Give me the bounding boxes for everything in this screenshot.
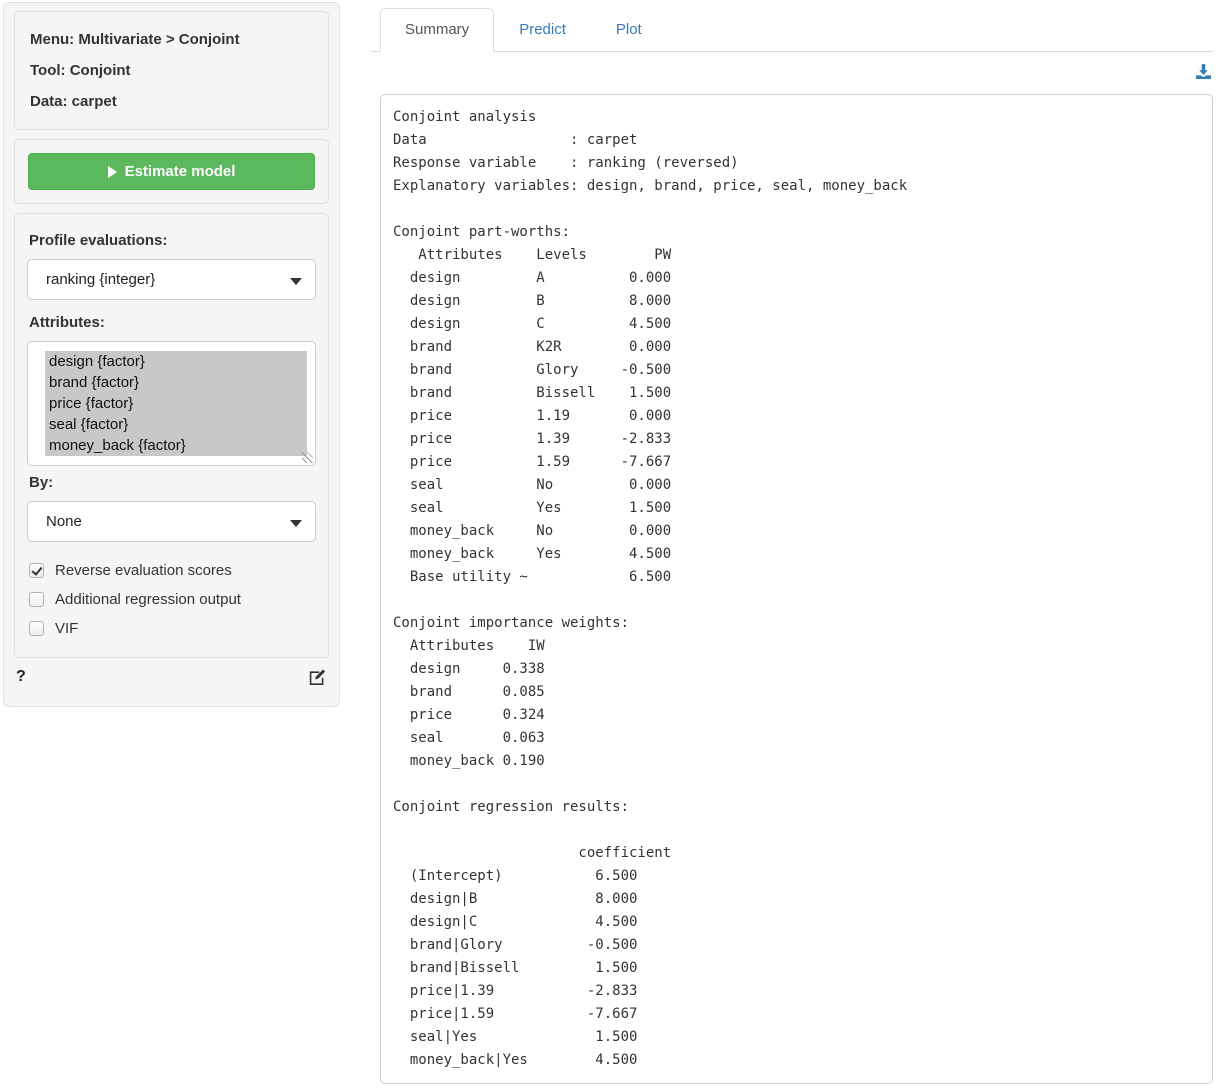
tool-label: Tool: Conjoint	[30, 55, 313, 86]
output-toolbar	[371, 52, 1213, 94]
checkbox-row[interactable]: Additional regression output	[27, 585, 316, 614]
menu-breadcrumb: Menu: Multivariate > Conjoint	[30, 24, 313, 55]
estimate-model-label: Estimate model	[125, 163, 236, 180]
tab-summary[interactable]: Summary	[380, 8, 494, 52]
profile-evaluations-select[interactable]: ranking {integer}	[27, 259, 316, 300]
checkbox-unchecked[interactable]	[29, 592, 44, 607]
attribute-option[interactable]: price {factor}	[45, 393, 307, 414]
controls-panel: Profile evaluations: ranking {integer} A…	[14, 213, 329, 658]
tab-predict[interactable]: Predict	[494, 8, 591, 52]
tab-bar: SummaryPredictPlot	[371, 0, 1213, 52]
profile-evaluations-value: ranking {integer}	[46, 271, 155, 288]
download-button[interactable]	[1195, 63, 1212, 80]
chevron-down-icon	[290, 278, 302, 285]
checkbox-label: Additional regression output	[55, 591, 241, 608]
checkbox-row[interactable]: Reverse evaluation scores	[27, 556, 316, 585]
estimate-panel: Estimate model	[14, 139, 329, 204]
summary-output: Conjoint analysis Data : carpet Response…	[380, 94, 1213, 1084]
tab-plot[interactable]: Plot	[591, 8, 667, 52]
download-icon	[1195, 63, 1212, 80]
app: Menu: Multivariate > Conjoint Tool: Conj…	[0, 0, 1219, 1089]
by-value: None	[46, 513, 82, 530]
help-button[interactable]: ?	[16, 668, 26, 686]
checkbox-unchecked[interactable]	[29, 621, 44, 636]
checkbox-label: VIF	[55, 620, 78, 637]
by-select[interactable]: None	[27, 501, 316, 542]
attribute-option[interactable]: brand {factor}	[45, 372, 307, 393]
estimate-model-button[interactable]: Estimate model	[28, 153, 315, 190]
attribute-option[interactable]: seal {factor}	[45, 414, 307, 435]
checkbox-checked[interactable]	[29, 563, 44, 578]
options-list: Reverse evaluation scores Additional regr…	[27, 556, 316, 643]
edit-icon	[308, 668, 327, 687]
by-label: By:	[29, 474, 314, 491]
attribute-option[interactable]: money_back {factor}	[45, 435, 307, 456]
checkbox-row[interactable]: VIF	[27, 614, 316, 643]
sidebar: Menu: Multivariate > Conjoint Tool: Conj…	[3, 2, 340, 707]
edit-report-button[interactable]	[308, 668, 327, 687]
main-panel: SummaryPredictPlot Conjoint analysis Dat…	[371, 0, 1213, 1084]
resize-handle[interactable]	[302, 452, 313, 463]
attributes-listbox[interactable]: design {factor}brand {factor}price {fact…	[27, 341, 316, 466]
profile-evaluations-label: Profile evaluations:	[29, 232, 314, 249]
attributes-label: Attributes:	[29, 314, 314, 331]
dataset-label: Data: carpet	[30, 86, 313, 117]
play-icon	[108, 166, 117, 178]
chevron-down-icon	[290, 520, 302, 527]
checkbox-label: Reverse evaluation scores	[55, 562, 232, 579]
info-panel: Menu: Multivariate > Conjoint Tool: Conj…	[14, 11, 329, 130]
sidebar-footer: ?	[14, 667, 329, 687]
attribute-option[interactable]: design {factor}	[45, 351, 307, 372]
